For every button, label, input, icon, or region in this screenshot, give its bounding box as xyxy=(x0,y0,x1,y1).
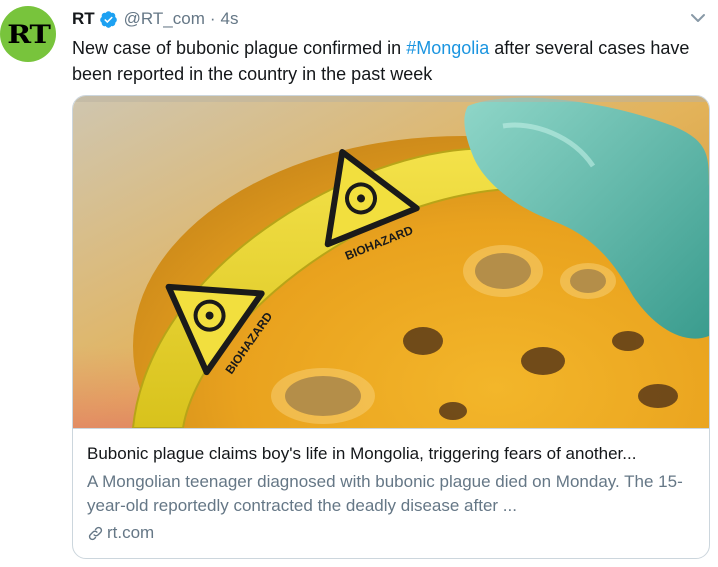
card-domain[interactable]: rt.com xyxy=(87,523,154,543)
tweet-text: New case of bubonic plague confirmed in … xyxy=(72,35,702,87)
card-domain-text: rt.com xyxy=(107,523,155,542)
tweet-timestamp[interactable]: 4s xyxy=(221,9,239,29)
avatar[interactable]: RT xyxy=(0,6,56,62)
card-title[interactable]: Bubonic plague claims boy's life in Mong… xyxy=(87,443,697,465)
chevron-down-icon[interactable] xyxy=(690,10,706,26)
tweet-text-part: New case of bubonic plague confirmed in xyxy=(72,38,407,58)
verified-badge-icon xyxy=(99,10,117,28)
card-description: A Mongolian teenager diagnosed with bubo… xyxy=(87,472,683,515)
card-image: BIOHAZARD BIOHAZARD xyxy=(73,96,709,428)
separator-dot: · xyxy=(209,9,216,28)
author-name[interactable]: RT xyxy=(72,9,95,29)
card-body: Bubonic plague claims boy's life in Mong… xyxy=(73,428,709,558)
link-icon xyxy=(88,526,103,540)
avatar-logo-text: RT xyxy=(6,19,51,49)
author-handle[interactable]: @RT_com xyxy=(124,9,205,29)
link-card[interactable]: BIOHAZARD BIOHAZARD Bubonic plague claim… xyxy=(72,95,710,559)
hashtag-link[interactable]: #Mongolia xyxy=(406,38,489,58)
tweet-header: RT @RT_com · 4s xyxy=(72,8,239,30)
